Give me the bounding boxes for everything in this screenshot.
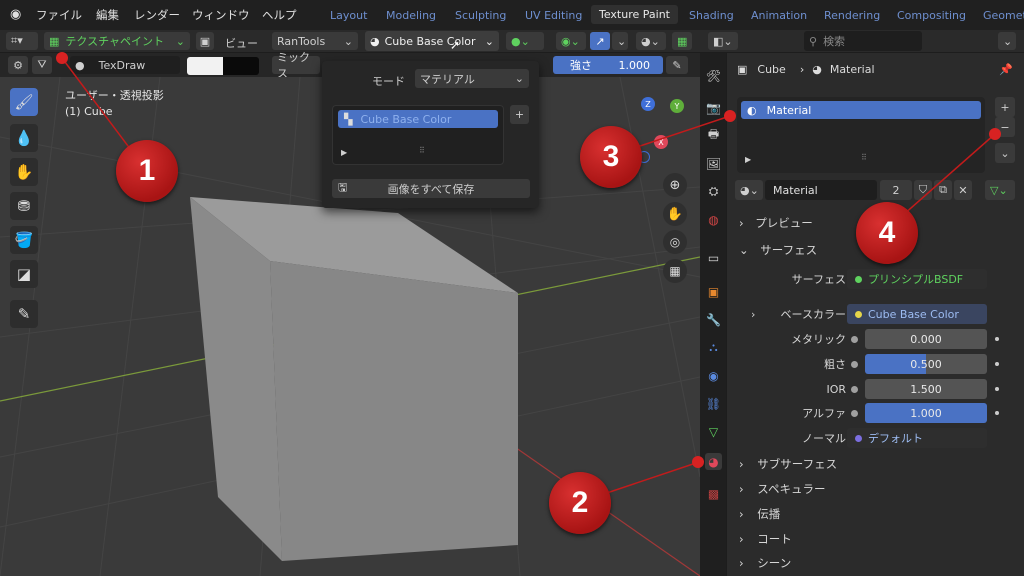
marker-2-pointer xyxy=(692,456,704,468)
marker-2-badge: 2 xyxy=(549,472,611,534)
marker-3-badge: 3 xyxy=(580,126,642,188)
marker-4-badge: 4 xyxy=(856,202,918,264)
marker-1-badge: 1 xyxy=(116,140,178,202)
marker-3-pointer xyxy=(724,110,736,122)
marker-1-pointer xyxy=(56,52,68,64)
marker-4-pointer xyxy=(989,128,1001,140)
annotation-lines xyxy=(61,57,996,503)
